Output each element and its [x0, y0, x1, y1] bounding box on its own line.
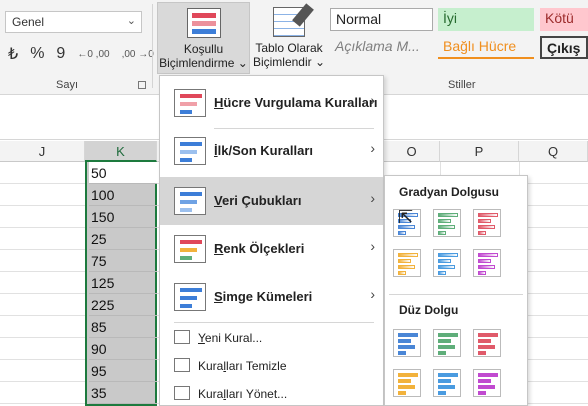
cell-K10[interactable]: 95 — [89, 360, 157, 382]
solid-data-bar-swatch[interactable] — [473, 329, 501, 357]
conditional-formatting-menu: Hücre Vurgulama Kuralları › İlk/Son Kura… — [159, 75, 384, 406]
menu-item-manage-rules[interactable]: Kuralları Yönet... — [160, 382, 383, 406]
menu-item-new-rule[interactable]: Yeni Kural... — [160, 326, 383, 350]
solid-data-bar-swatch[interactable] — [393, 329, 421, 357]
cell-K2[interactable]: 100 — [89, 184, 157, 206]
color-scales-icon — [174, 235, 206, 263]
menu-temizle-label: ları Temizle — [226, 359, 287, 373]
manage-rules-icon — [174, 386, 190, 400]
menu-yonet-pre: Kura — [198, 387, 224, 401]
number-group-label: Sayı — [56, 79, 79, 91]
solid-data-bar-swatch[interactable] — [433, 369, 461, 397]
format-as-table-label-2: Biçimlendir ⌄ — [252, 55, 326, 69]
column-header-P[interactable]: P — [440, 141, 519, 162]
column-header-K[interactable]: K — [85, 141, 157, 162]
gradient-data-bar-swatch[interactable] — [433, 249, 461, 277]
increase-decimal-button[interactable]: ←0 ,00 — [77, 49, 109, 60]
solid-data-bar-swatch[interactable] — [473, 369, 501, 397]
gradient-data-bar-swatch[interactable] — [433, 209, 461, 237]
gradient-data-bar-swatch[interactable] — [393, 249, 421, 277]
menu-yonet-label: ları Yönet... — [226, 387, 288, 401]
conditional-formatting-label-2: Biçimlendirme ⌄ — [159, 56, 248, 70]
menu-item-data-bars[interactable]: Veri Çubukları › — [160, 177, 383, 225]
gradient-fill-header: Gradyan Dolgusu — [399, 185, 500, 199]
cell-K11[interactable]: 35 — [89, 382, 157, 404]
cell-K8[interactable]: 85 — [89, 316, 157, 338]
conditional-formatting-button[interactable]: Koşullu Biçimlendirme ⌄ — [157, 2, 250, 74]
menu-item-color-scales[interactable]: Renk Ölçekleri › — [160, 225, 383, 273]
menu-item-top-bottom-rules[interactable]: İlk/Son Kuralları › — [160, 127, 383, 175]
format-as-table-label-1: Tablo Olarak — [255, 41, 323, 55]
chevron-right-icon: › — [370, 286, 375, 302]
menu-simge-accel: S — [214, 289, 223, 304]
menu-veri-accel: V — [214, 193, 222, 208]
styles-group-label: Stiller — [448, 79, 476, 91]
solid-data-bar-swatch[interactable] — [393, 369, 421, 397]
currency-format-button[interactable]: ₺ — [8, 44, 18, 64]
cell-K5[interactable]: 75 — [89, 250, 157, 272]
chevron-right-icon: › — [370, 190, 375, 206]
decrease-decimal-button[interactable]: ,00 →0 — [122, 49, 154, 60]
comma-style-button[interactable]: 9 — [56, 45, 65, 63]
clear-rules-icon — [174, 358, 190, 372]
column-header-O[interactable]: O — [384, 141, 440, 162]
chevron-right-icon: › — [370, 238, 375, 254]
dialog-launcher-icon[interactable] — [138, 81, 146, 89]
selected-column-K[interactable]: 50 100 150 25 75 125 225 85 90 95 35 — [85, 162, 157, 406]
style-bagli-hucre[interactable]: Bağlı Hücre — [438, 36, 534, 59]
menu-item-highlight-cells-rules[interactable]: Hücre Vurgulama Kuralları › — [160, 79, 383, 127]
menu-renk-label: enk Ölçekleri — [223, 241, 305, 256]
solid-fill-header: Düz Dolgu — [399, 303, 459, 317]
cell-K9[interactable]: 90 — [89, 338, 157, 360]
format-as-table-button[interactable]: Tablo Olarak Biçimlendir ⌄ — [252, 2, 326, 74]
style-iyi[interactable]: İyi — [438, 8, 534, 31]
cell-K7[interactable]: 225 — [89, 294, 157, 316]
style-normal[interactable]: Normal — [330, 8, 433, 31]
menu-yeni-accel: Y — [198, 331, 205, 345]
data-bars-icon — [174, 187, 206, 215]
chevron-right-icon: › — [370, 92, 375, 108]
gradient-data-bar-swatch[interactable] — [473, 209, 501, 237]
style-aciklama[interactable]: Açıklama M... — [330, 36, 433, 59]
column-header-J[interactable]: J — [0, 141, 85, 162]
menu-yeni-label: eni Kural... — [204, 331, 263, 345]
number-format-dropdown[interactable]: Genel ⌄ — [5, 11, 142, 33]
menu-ilk-label: lk/Son Kuralları — [217, 143, 313, 158]
solid-data-bar-swatch[interactable] — [433, 329, 461, 357]
menu-item-icon-sets[interactable]: Simge Kümeleri › — [160, 273, 383, 321]
number-buttons-row: ₺ % 9 ←0 ,00 ,00 →0 — [8, 44, 154, 64]
chevron-right-icon: › — [370, 140, 375, 156]
cell-K4[interactable]: 25 — [89, 228, 157, 250]
menu-hucre-label: ücre Vurgulama Kuralları — [223, 95, 378, 110]
column-header-Q[interactable]: Q — [519, 141, 588, 162]
top-bottom-icon — [174, 137, 206, 165]
group-divider — [152, 4, 153, 88]
mouse-cursor-icon: ⇱ — [398, 207, 414, 227]
percent-format-button[interactable]: % — [30, 45, 44, 63]
menu-simge-label: imge Kümeleri — [222, 289, 313, 304]
icon-sets-icon — [174, 283, 206, 311]
style-kotu[interactable]: Kötü — [540, 8, 588, 31]
menu-renk-accel: R — [214, 241, 224, 256]
menu-veri-label: eri Çubukları — [221, 193, 302, 208]
number-format-value: Genel — [12, 15, 45, 29]
conditional-formatting-icon — [186, 8, 221, 38]
cell-K1[interactable]: 50 — [89, 162, 157, 184]
cell-K3[interactable]: 150 — [89, 206, 157, 228]
menu-temizle-pre: Kura — [198, 359, 224, 373]
gradient-data-bar-swatch[interactable] — [473, 249, 501, 277]
new-rule-icon — [174, 330, 190, 344]
menu-item-clear-rules[interactable]: Kuralları Temizle — [160, 354, 383, 378]
style-cikis[interactable]: Çıkış — [540, 36, 588, 59]
conditional-formatting-label-1: Koşullu — [183, 42, 224, 56]
format-as-table-icon — [273, 3, 314, 37]
cell-K6[interactable]: 125 — [89, 272, 157, 294]
chevron-down-icon[interactable]: ⌄ — [127, 14, 136, 27]
menu-hucre-accel: H — [214, 95, 224, 110]
highlight-cells-icon — [174, 89, 206, 117]
